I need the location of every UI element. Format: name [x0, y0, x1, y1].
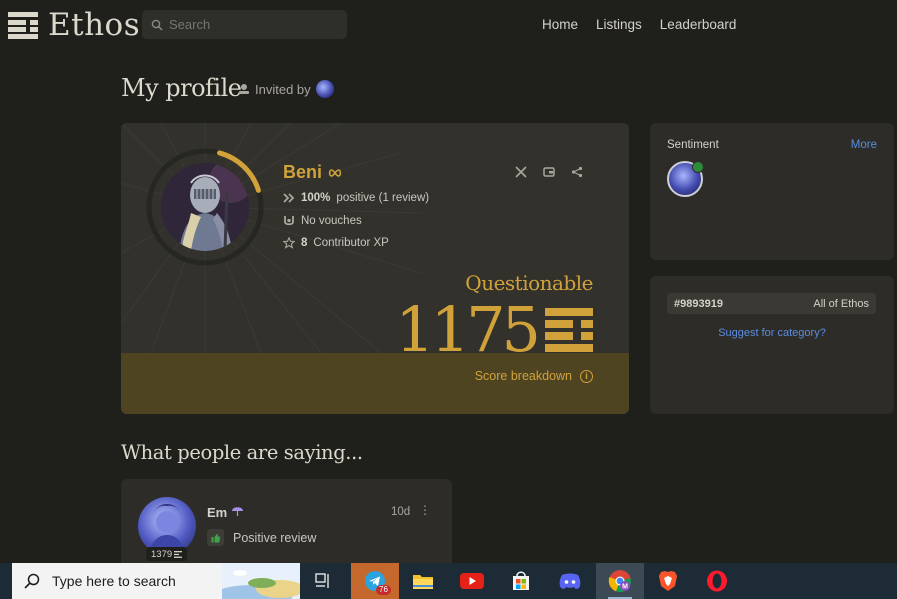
rank-row: #9893919 All of Ethos: [667, 293, 876, 314]
vouch-stat[interactable]: No vouches: [283, 215, 362, 227]
xp-stat[interactable]: 8 Contributor XP: [283, 237, 389, 249]
taskbar-telegram[interactable]: 76: [351, 563, 399, 599]
knight-avatar-image: [161, 163, 249, 251]
opera-icon: [707, 570, 727, 592]
review-stat[interactable]: 100% positive (1 review): [283, 192, 429, 204]
taskbar-opera[interactable]: [693, 563, 741, 599]
score-ring: [145, 147, 265, 267]
taskbar-chrome[interactable]: M: [596, 563, 644, 599]
review-menu-icon[interactable]: ⋮: [419, 503, 431, 517]
taskbar-search-input[interactable]: [52, 573, 202, 589]
taskbar-search-box[interactable]: [12, 563, 300, 599]
reviews-icon: [283, 193, 295, 203]
score-label: Questionable: [465, 271, 593, 295]
ethos-score-icon: [545, 306, 593, 354]
rank-scope: All of Ethos: [813, 297, 869, 310]
ethos-mini-icon: [174, 550, 183, 558]
search-input[interactable]: [169, 17, 329, 32]
profile-avatar[interactable]: [161, 163, 249, 251]
review-type: Positive review: [207, 529, 316, 546]
reviewer-name-text: Em: [207, 505, 228, 520]
suggest-category-link[interactable]: Suggest for category?: [650, 327, 894, 339]
telegram-badge: 76: [376, 585, 391, 595]
task-view-button[interactable]: [300, 563, 348, 599]
invite-icon: [239, 84, 249, 94]
search-icon: [151, 19, 163, 30]
xp-text: Contributor XP: [313, 237, 389, 249]
discord-icon: [559, 573, 581, 589]
reviewer-score-badge: 1379: [146, 547, 188, 561]
taskbar-brave[interactable]: [644, 563, 692, 599]
nav-home[interactable]: Home: [542, 17, 578, 32]
folder-icon: [413, 575, 433, 589]
profile-name: Beni: [283, 162, 342, 183]
reviewer-score: 1379: [151, 548, 173, 560]
invited-label: Invited by: [255, 81, 311, 97]
ethos-logo[interactable]: Ethos: [8, 7, 141, 43]
taskbar-discord[interactable]: [546, 563, 594, 599]
infinity-icon: [328, 168, 342, 177]
search-highlight-image: [222, 563, 300, 599]
positive-badge-icon: [692, 161, 704, 173]
wallet-icon[interactable]: [542, 165, 556, 179]
brave-icon: [659, 571, 677, 591]
nav-leaderboard[interactable]: Leaderboard: [660, 17, 737, 32]
x-twitter-icon[interactable]: [514, 165, 528, 179]
logo-text: Ethos: [48, 7, 141, 43]
vouch-icon: [284, 216, 294, 226]
store-icon: [513, 571, 529, 590]
review-time: 10d: [391, 506, 411, 518]
chrome-icon: M: [608, 570, 631, 593]
top-nav-bar: Ethos Home Listings Leaderboard: [0, 0, 897, 50]
score-band: [121, 353, 629, 414]
thumbs-up-icon: [207, 529, 224, 546]
share-icon[interactable]: [570, 165, 584, 179]
task-view-icon: [315, 573, 329, 588]
star-icon: [283, 237, 295, 249]
taskbar-microsoft-store[interactable]: [497, 563, 545, 599]
youtube-icon: [460, 573, 484, 589]
reviewer-name[interactable]: Em: [207, 505, 244, 520]
search-box[interactable]: [142, 10, 347, 39]
review-text: positive (1 review): [336, 192, 430, 204]
profile-actions: [514, 165, 584, 179]
reviews-section-title: What people are saying...: [121, 441, 363, 464]
nav-listings[interactable]: Listings: [596, 17, 642, 32]
taskbar-search-icon: [24, 573, 40, 589]
review-percent: 100%: [301, 192, 331, 204]
rank-value: #9893919: [674, 297, 723, 310]
vouch-text: No vouches: [301, 215, 362, 227]
sentiment-title: Sentiment: [667, 139, 719, 151]
main-nav: Home Listings Leaderboard: [542, 17, 736, 32]
taskbar-file-explorer[interactable]: [399, 563, 447, 599]
profile-name-text: Beni: [283, 162, 323, 182]
review-type-text: Positive review: [233, 530, 317, 545]
ethos-logo-icon: [8, 11, 38, 39]
windows-taskbar: 76 M: [0, 563, 897, 599]
breakdown-label: Score breakdown: [474, 369, 572, 383]
page-title: My profile: [121, 74, 242, 102]
review-card[interactable]: 1379 Em 10d ⋮ Positive review: [121, 479, 452, 569]
score-breakdown-link[interactable]: Score breakdown i: [475, 369, 593, 383]
more-link[interactable]: More: [851, 139, 877, 151]
category-card: #9893919 All of Ethos Suggest for catego…: [650, 276, 894, 414]
svg-text:M: M: [622, 584, 628, 591]
credibility-score[interactable]: 1175: [395, 299, 593, 361]
taskbar-youtube[interactable]: [448, 563, 496, 599]
sentiment-card: Sentiment More: [650, 123, 894, 260]
xp-value: 8: [301, 237, 308, 249]
inviter-avatar[interactable]: [315, 80, 334, 98]
score-value: 1175: [395, 293, 541, 366]
umbrella-icon: [231, 507, 243, 516]
invited-by: Invited by: [238, 80, 334, 98]
info-icon: i: [580, 369, 593, 383]
profile-card: Beni 100% positive (1 review) No vouches…: [121, 123, 629, 414]
